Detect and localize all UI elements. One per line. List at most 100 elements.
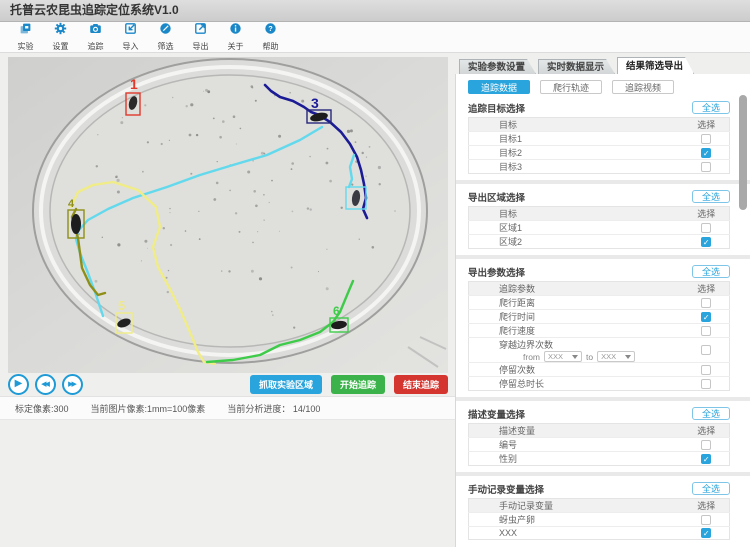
- insect-4: [71, 214, 81, 234]
- rewind-button[interactable]: ◀◀: [35, 374, 56, 395]
- playback-row: ▶ ◀◀ ▶▶ 抓取实验区域 开始追踪 结束追踪: [8, 373, 448, 395]
- section-divider: [456, 255, 750, 259]
- section-divider: [456, 397, 750, 401]
- section-divider: [456, 180, 750, 184]
- help-icon: ?: [264, 22, 277, 40]
- app-window: 托普云农昆虫追踪定位系统V1.0 实验 设置 追踪 导入 筛选 导出 关于: [0, 0, 750, 547]
- marker-label-3: 3: [311, 95, 319, 111]
- toolbar-import-button[interactable]: 导入: [113, 22, 148, 52]
- start-tracking-button[interactable]: 开始追踪: [331, 375, 385, 394]
- select-all-manual-button[interactable]: 全选: [692, 482, 730, 495]
- checkbox-region2[interactable]: ✓: [701, 237, 711, 247]
- section-title-params: 导出参数选择: [468, 265, 525, 279]
- tab-experiment-params[interactable]: 实验参数设置: [459, 59, 536, 74]
- checkbox-gender[interactable]: ✓: [701, 454, 711, 464]
- settings-gear-icon: [54, 22, 67, 40]
- play-button[interactable]: ▶: [8, 374, 29, 395]
- params-table: 追踪参数选择 爬行距离 爬行时间✓ 爬行速度 穿越边界次数 from XXX t…: [468, 281, 730, 391]
- table-row: 目标1: [469, 132, 730, 146]
- section-title-regions: 导出区域选择: [468, 190, 525, 204]
- marker-label-5: 5: [118, 298, 125, 313]
- targets-table: 目标选择 目标1 目标2✓ 目标3: [468, 117, 730, 174]
- export-type-switch: 追踪数据 爬行轨迹 追踪视频: [468, 80, 730, 94]
- table-row: 目标2✓: [469, 146, 730, 160]
- calibration-pixels: 标定像素:300: [15, 402, 69, 415]
- toolbar-experiment-button[interactable]: 实验: [8, 22, 43, 52]
- toolbar-export-button[interactable]: 导出: [183, 22, 218, 52]
- scrollbar-thumb[interactable]: [739, 95, 747, 210]
- marker-label-4: 4: [68, 198, 75, 210]
- subtab-tracking-video[interactable]: 追踪视频: [612, 80, 674, 94]
- table-row: XXX✓: [469, 527, 730, 540]
- status-bar: 标定像素:300 当前图片像素:1mm=100像素 当前分析进度： 14/100: [0, 396, 455, 420]
- checkbox-region1[interactable]: [701, 223, 711, 233]
- checkbox-target1[interactable]: [701, 134, 711, 144]
- svg-text:?: ?: [268, 24, 273, 33]
- checkbox-id[interactable]: [701, 440, 711, 450]
- regions-table: 目标选择 区域1 区域2✓: [468, 206, 730, 249]
- table-row: 目标3: [469, 160, 730, 174]
- section-title-targets: 追踪目标选择: [468, 101, 525, 115]
- checkbox-crawl-distance[interactable]: [701, 298, 711, 308]
- marker-label-6: 6: [333, 304, 340, 318]
- info-icon: [229, 22, 242, 40]
- descriptive-table: 描述变量选择 编号 性别✓: [468, 423, 730, 466]
- table-row: 穿越边界次数 from XXX to XXX: [469, 338, 730, 363]
- checkbox-xxx[interactable]: ✓: [701, 528, 711, 538]
- analysis-progress: 当前分析进度： 14/100: [227, 402, 320, 415]
- stop-tracking-button[interactable]: 结束追踪: [394, 375, 448, 394]
- subtab-crawl-track[interactable]: 爬行轨迹: [540, 80, 602, 94]
- table-row: 爬行时间✓: [469, 310, 730, 324]
- subtab-tracking-data[interactable]: 追踪数据: [468, 80, 530, 94]
- table-row: 编号: [469, 438, 730, 452]
- toolbar-settings-button[interactable]: 设置: [43, 22, 78, 52]
- checkbox-stay-count[interactable]: [701, 365, 711, 375]
- boundary-range-controls: from XXX to XXX: [523, 351, 635, 362]
- fast-forward-icon: ▶▶: [68, 381, 77, 388]
- section-title-manual: 手动记录变量选择: [468, 482, 544, 496]
- toolbar-help-button[interactable]: ? 帮助: [253, 22, 288, 52]
- checkbox-crawl-speed[interactable]: [701, 326, 711, 336]
- toolbar-filter-button[interactable]: 筛选: [148, 22, 183, 52]
- right-panel: 实验参数设置 实时数据显示 结果筛选导出 追踪数据 爬行轨迹 追踪视频 追踪目标…: [455, 57, 750, 547]
- checkbox-stay-duration[interactable]: [701, 379, 711, 389]
- select-all-descriptive-button[interactable]: 全选: [692, 407, 730, 420]
- section-divider: [456, 472, 750, 476]
- select-all-params-button[interactable]: 全选: [692, 265, 730, 278]
- camera-icon: [89, 22, 102, 40]
- toolbar-track-button[interactable]: 追踪: [78, 22, 113, 52]
- checkbox-crawl-time[interactable]: ✓: [701, 312, 711, 322]
- select-all-regions-button[interactable]: 全选: [692, 190, 730, 203]
- rewind-icon: ◀◀: [41, 381, 50, 388]
- range-to-select[interactable]: XXX: [597, 351, 635, 362]
- import-icon: [124, 22, 137, 40]
- video-feed: 1 3 4 5 6: [8, 57, 448, 373]
- table-row: 蚜虫产卵: [469, 513, 730, 527]
- image-scale: 当前图片像素:1mm=100像素: [91, 402, 206, 415]
- table-row: 停留次数: [469, 363, 730, 377]
- section-title-descriptive: 描述变量选择: [468, 407, 525, 421]
- marker-label-1: 1: [130, 76, 138, 92]
- manual-table: 手动记录变量选择 蚜虫产卵 XXX✓: [468, 498, 730, 540]
- table-row: 爬行距离: [469, 296, 730, 310]
- main-toolbar: 实验 设置 追踪 导入 筛选 导出 关于 ? 帮助: [0, 22, 750, 53]
- table-row: 区域2✓: [469, 235, 730, 249]
- window-title: 托普云农昆虫追踪定位系统V1.0: [0, 0, 750, 22]
- checkbox-target3[interactable]: [701, 162, 711, 172]
- checkbox-boundary-cross[interactable]: [701, 345, 711, 355]
- export-icon: [194, 22, 207, 40]
- table-row: 爬行速度: [469, 324, 730, 338]
- fast-forward-button[interactable]: ▶▶: [62, 374, 83, 395]
- toolbar-about-button[interactable]: 关于: [218, 22, 253, 52]
- range-from-select[interactable]: XXX: [544, 351, 582, 362]
- capture-region-button[interactable]: 抓取实验区域: [250, 375, 322, 394]
- tab-result-export[interactable]: 结果筛选导出: [617, 57, 694, 74]
- filter-pen-icon: [159, 22, 172, 40]
- table-row: 停留总时长: [469, 377, 730, 391]
- select-all-targets-button[interactable]: 全选: [692, 101, 730, 114]
- table-row: 性别✓: [469, 452, 730, 466]
- tab-realtime-data[interactable]: 实时数据显示: [538, 59, 615, 74]
- checkbox-target2[interactable]: ✓: [701, 148, 711, 158]
- checkbox-aphid-egg[interactable]: [701, 515, 711, 525]
- caret-down-icon: [625, 355, 631, 359]
